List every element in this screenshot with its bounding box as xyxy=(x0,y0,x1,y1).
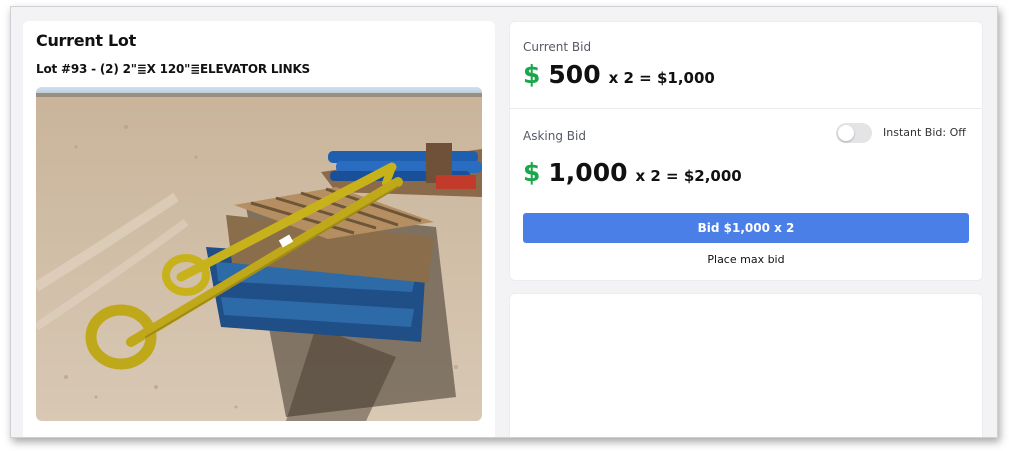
asking-bid-dollar-sign: $ xyxy=(523,158,541,187)
current-lot-card: Current Lot Lot #93 - (2) 2"≣X 120"≣ELEV… xyxy=(23,21,495,437)
bid-button[interactable]: Bid $1,000 x 2 xyxy=(523,213,969,243)
bid-card: Current Bid $ 500 x 2 = $1,000 Asking Bi… xyxy=(509,21,983,281)
instant-bid-toggle[interactable] xyxy=(836,123,872,143)
current-bid-amount: $ 500 x 2 = $1,000 xyxy=(523,60,715,89)
bid-divider xyxy=(510,108,982,109)
lot-title: Lot #93 - (2) 2"≣X 120"≣ELEVATOR LINKS xyxy=(36,62,311,76)
current-bid-dollar-sign: $ xyxy=(523,60,541,89)
current-bid-label: Current Bid xyxy=(523,40,592,54)
asking-bid-label: Asking Bid xyxy=(523,129,586,143)
asking-bid-value: 1,000 xyxy=(548,158,628,187)
asking-bid-total: x 2 = $2,000 xyxy=(635,167,742,185)
current-lot-heading: Current Lot xyxy=(36,31,136,50)
current-bid-total: x 2 = $1,000 xyxy=(608,69,715,87)
secondary-panel xyxy=(509,293,983,437)
toggle-knob xyxy=(838,125,854,141)
asking-bid-amount: $ 1,000 x 2 = $2,000 xyxy=(523,158,742,187)
place-max-bid-link[interactable]: Place max bid xyxy=(523,253,969,266)
auction-panel: Current Lot Lot #93 - (2) 2"≣X 120"≣ELEV… xyxy=(10,6,998,438)
lot-photo xyxy=(36,87,482,421)
instant-bid-label: Instant Bid: Off xyxy=(883,126,966,139)
current-bid-value: 500 xyxy=(548,60,601,89)
